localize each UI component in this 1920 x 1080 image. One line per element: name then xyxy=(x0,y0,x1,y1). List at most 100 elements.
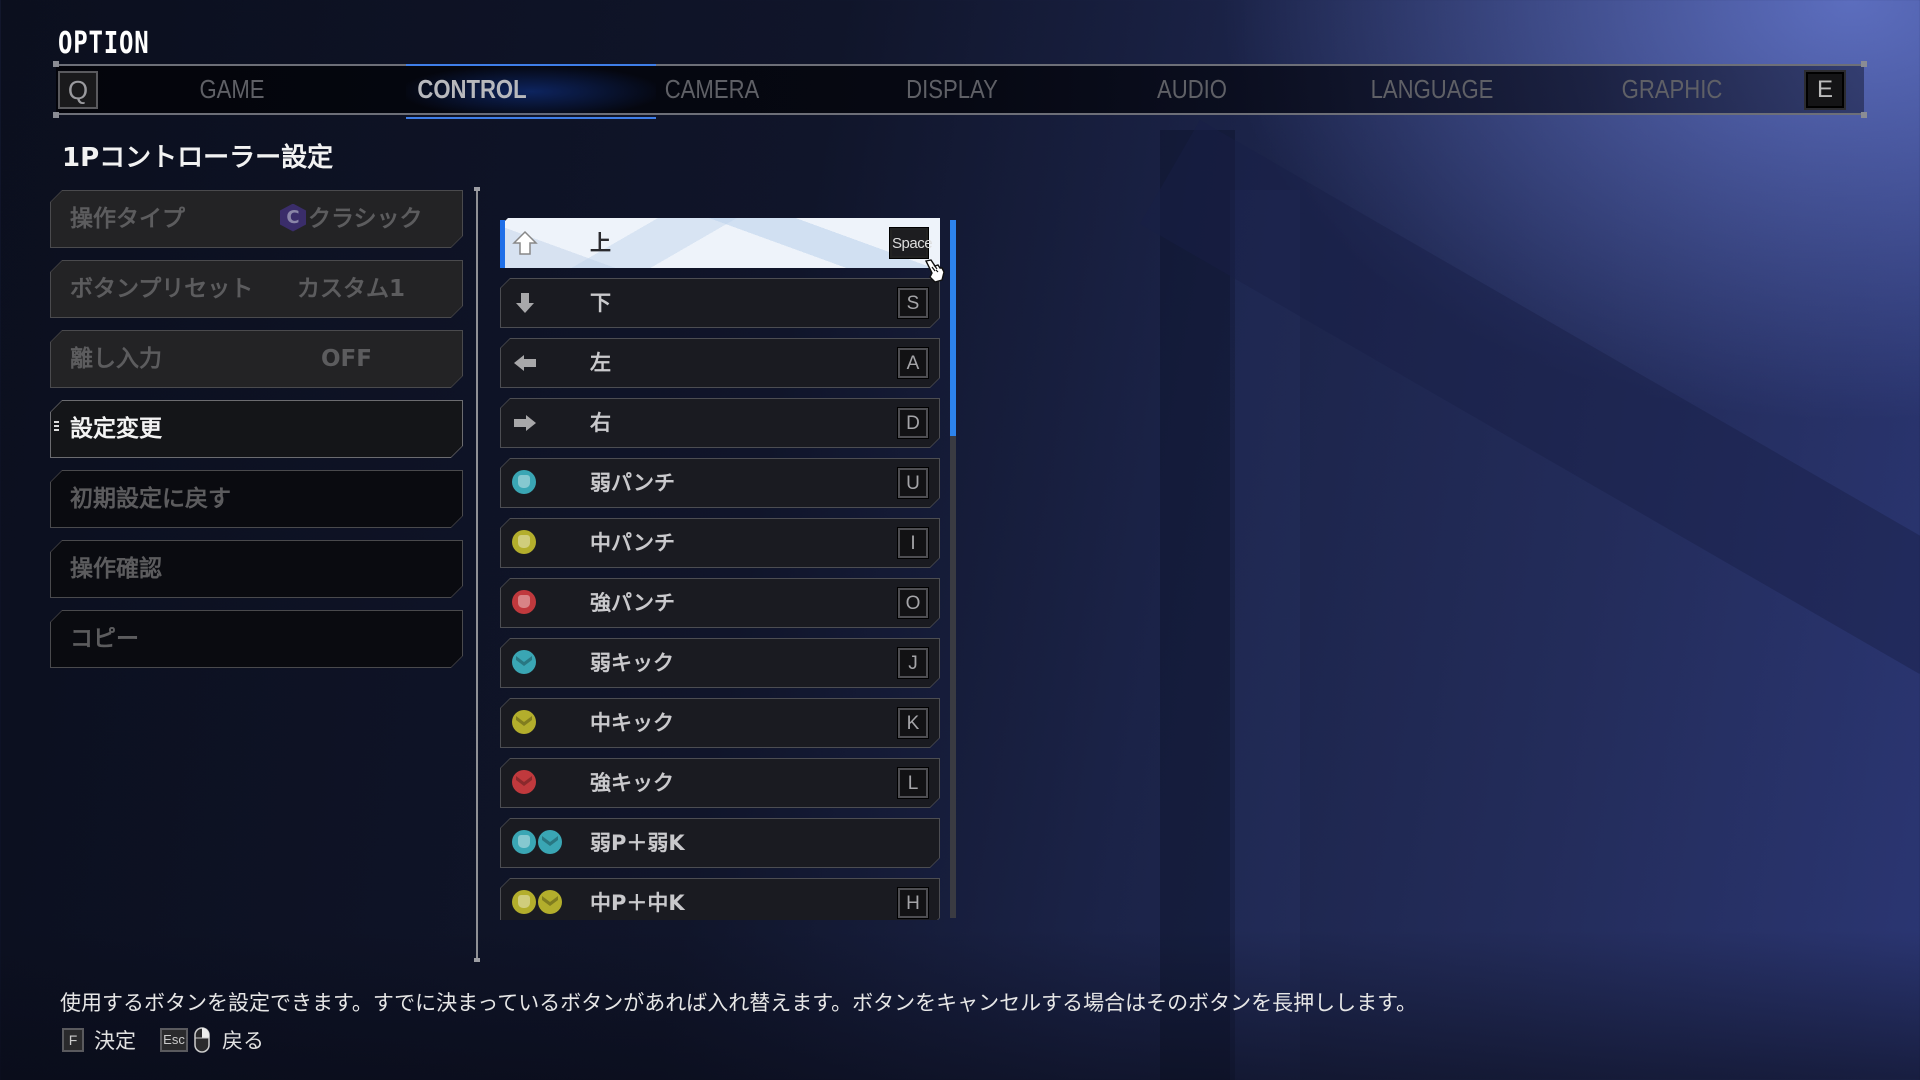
background-shape xyxy=(1230,190,1300,1080)
binding-key[interactable]: J xyxy=(898,648,928,678)
medium-kick-icon xyxy=(538,890,562,914)
divider-cap xyxy=(474,958,480,962)
scrollbar-thumb[interactable] xyxy=(950,220,956,437)
divider-cap xyxy=(474,187,480,191)
binding-row-heavy-kick[interactable]: 強キック L xyxy=(500,758,940,808)
binding-action: 右 xyxy=(590,411,611,435)
tab-camera[interactable]: CAMERA xyxy=(610,66,814,113)
tab-graphic[interactable]: GRAPHIC xyxy=(1570,66,1774,113)
tab-game[interactable]: GAME xyxy=(130,66,334,113)
pointer-hand-icon xyxy=(924,259,945,283)
background-shape xyxy=(1140,120,1920,674)
binding-row-right[interactable]: 右 D xyxy=(500,398,940,448)
help-text: 使用するボタンを設定できます。すでに決まっているボタンがあれば入れ替えます。ボタ… xyxy=(60,991,1418,1015)
binding-row-down[interactable]: 下 S xyxy=(500,278,940,328)
heavy-kick-icon xyxy=(512,770,536,794)
tab-control[interactable]: CONTROL xyxy=(370,66,574,113)
binding-row-light-punch-light-kick[interactable]: 弱P＋弱K xyxy=(500,818,940,868)
binding-action: 弱キック xyxy=(590,651,674,675)
binding-action: 左 xyxy=(590,351,611,375)
binding-action: 強キック xyxy=(590,771,674,795)
binding-row-up[interactable]: 上 Space xyxy=(500,218,940,268)
binding-key[interactable]: H xyxy=(898,888,928,918)
binding-action: 弱パンチ xyxy=(590,471,676,495)
binding-action: 上 xyxy=(590,231,611,255)
menu-item-label: 初期設定に戻す xyxy=(70,486,231,512)
binding-action: 下 xyxy=(590,291,611,315)
menu-item-control-type[interactable]: 操作タイプ C クラシック xyxy=(50,190,463,248)
next-tab-key[interactable]: E xyxy=(1804,70,1846,110)
binding-row-light-punch[interactable]: 弱パンチ U xyxy=(500,458,940,508)
binding-key[interactable]: Space xyxy=(890,228,933,258)
panel-divider xyxy=(476,189,478,961)
arrow-right-icon xyxy=(514,415,536,431)
light-kick-icon xyxy=(538,830,562,854)
tab-bar-cap xyxy=(53,61,59,67)
binding-key[interactable]: L xyxy=(898,768,928,798)
menu-item-value: C クラシック xyxy=(280,190,450,248)
tab-audio[interactable]: AUDIO xyxy=(1090,66,1294,113)
binding-key[interactable]: K xyxy=(898,708,928,738)
menu-item-release-input[interactable]: 離し入力 OFF xyxy=(50,330,463,388)
menu-item-change-settings[interactable]: 設定変更 xyxy=(50,400,463,458)
section-title: 1Pコントローラー設定 xyxy=(62,143,334,173)
tab-bar-cap xyxy=(1861,112,1867,118)
page-title: OPTION xyxy=(58,26,150,61)
menu-item-label: コピー xyxy=(70,626,139,652)
medium-kick-icon xyxy=(512,710,536,734)
binding-key[interactable]: O xyxy=(898,588,928,618)
control-type-value: クラシック xyxy=(308,206,423,232)
menu-item-button-preset[interactable]: ボタンプリセット カスタム1 xyxy=(50,260,463,318)
binding-key[interactable]: I xyxy=(898,528,928,558)
back-key[interactable]: Esc xyxy=(160,1028,188,1052)
classic-c-icon: C xyxy=(280,204,306,232)
menu-item-value: OFF xyxy=(321,346,372,372)
binding-row-left[interactable]: 左 A xyxy=(500,338,940,388)
selection-marker xyxy=(54,421,59,431)
binding-list: 上 Space 下 S 左 A 右 D 弱パンチ U 中パンチ I 強パンチ O xyxy=(498,216,948,920)
binding-action: 中P＋中K xyxy=(590,891,685,915)
confirm-key[interactable]: F xyxy=(62,1028,84,1052)
prev-tab-key[interactable]: Q xyxy=(58,71,98,109)
heavy-punch-icon xyxy=(512,590,536,614)
light-punch-icon xyxy=(512,470,536,494)
arrow-down-icon xyxy=(516,293,534,313)
binding-row-medium-punch[interactable]: 中パンチ I xyxy=(500,518,940,568)
medium-punch-icon xyxy=(512,530,536,554)
binding-row-heavy-punch[interactable]: 強パンチ O xyxy=(500,578,940,628)
menu-item-copy[interactable]: コピー xyxy=(50,610,463,668)
binding-action: 中キック xyxy=(590,711,674,735)
binding-action: 弱P＋弱K xyxy=(590,831,685,855)
menu-item-label: 操作確認 xyxy=(70,556,162,582)
binding-action: 強パンチ xyxy=(590,591,676,615)
binding-row-medium-kick[interactable]: 中キック K xyxy=(500,698,940,748)
menu-item-control-check[interactable]: 操作確認 xyxy=(50,540,463,598)
menu-item-reset-defaults[interactable]: 初期設定に戻す xyxy=(50,470,463,528)
binding-row-light-kick[interactable]: 弱キック J xyxy=(500,638,940,688)
background-shape xyxy=(1160,130,1235,1080)
binding-key[interactable]: S xyxy=(898,288,928,318)
menu-item-label: 離し入力 xyxy=(70,346,162,372)
arrow-left-icon xyxy=(514,355,536,371)
back-label: 戻る xyxy=(222,1029,264,1053)
menu-item-label: ボタンプリセット xyxy=(70,276,254,302)
binding-key[interactable]: D xyxy=(898,408,928,438)
tab-bar-cap xyxy=(1861,61,1867,67)
tab-display[interactable]: DISPLAY xyxy=(850,66,1054,113)
footer-controls: F 決定 Esc 戻る xyxy=(62,1025,288,1055)
menu-item-label: 設定変更 xyxy=(70,416,162,442)
binding-action: 中パンチ xyxy=(590,531,676,555)
light-punch-icon xyxy=(512,830,536,854)
binding-key[interactable]: U xyxy=(898,468,928,498)
medium-punch-icon xyxy=(512,890,536,914)
mouse-right-click-icon xyxy=(194,1027,210,1053)
scrollbar[interactable] xyxy=(950,220,956,918)
menu-item-value: カスタム1 xyxy=(297,276,406,302)
binding-row-medium-punch-medium-kick[interactable]: 中P＋中K H xyxy=(500,878,940,920)
arrow-up-outline-icon xyxy=(512,230,538,255)
tab-bar: Q GAME CONTROL CAMERA DISPLAY AUDIO LANG… xyxy=(53,61,1867,119)
tab-language[interactable]: LANGUAGE xyxy=(1330,66,1534,113)
confirm-label: 決定 xyxy=(94,1029,136,1053)
binding-key[interactable]: A xyxy=(898,348,928,378)
menu-item-label: 操作タイプ xyxy=(70,206,185,232)
